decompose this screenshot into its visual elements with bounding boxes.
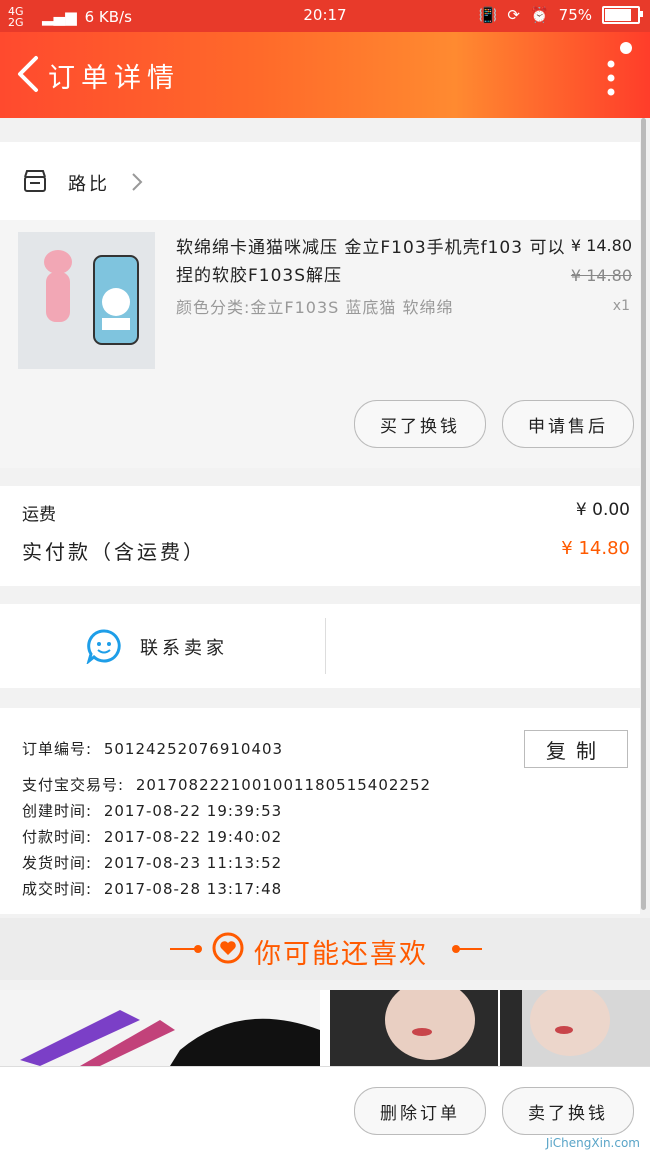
vibrate-icon: 📳 [478, 6, 498, 24]
recommend-header: 你可能还喜欢 [0, 918, 650, 980]
contact-seller-button[interactable]: 联系卖家 [0, 604, 325, 688]
heart-icon [212, 932, 244, 964]
paid-time-row: 付款时间: 2017-08-22 19:40:02 [22, 826, 282, 847]
divider [325, 618, 326, 674]
product-image-icon [18, 232, 155, 369]
order-number-row: 订单编号: 50124252076910403 [22, 738, 283, 759]
order-number-value: 50124252076910403 [103, 740, 284, 758]
shop-row[interactable]: 路比 [0, 142, 640, 220]
store-icon [24, 170, 46, 192]
product-thumbnail[interactable] [18, 232, 155, 369]
app-header: 订单详情 [0, 32, 650, 118]
scrollbar[interactable] [641, 118, 646, 910]
watermark: JiChengXin.com [545, 1136, 640, 1150]
page-title: 订单详情 [48, 63, 180, 94]
alarm-icon: ⏰ [529, 6, 549, 24]
divider [456, 948, 482, 950]
shipped-value: 2017-08-23 11:13:52 [103, 854, 283, 872]
divider [170, 948, 196, 950]
alipay-label: 支付宝交易号: [22, 776, 125, 794]
shop-name: 路比 [68, 174, 110, 195]
order-info-section: 订单编号: 50124252076910403 复制 支付宝交易号: 20170… [0, 708, 640, 914]
product-image-icon [0, 990, 320, 1066]
bottom-action-bar: 删除订单 卖了换钱 JiChengXin.com [0, 1066, 650, 1156]
shipped-row: 发货时间: 2017-08-23 11:13:52 [22, 852, 282, 873]
copy-button[interactable]: 复制 [524, 730, 628, 768]
chevron-right-icon [132, 173, 143, 191]
recommend-item[interactable] [0, 990, 320, 1066]
status-bar: 4G 2G ▂▄▆ 6 KB/s 20:17 📳 ⟳ ⏰ 75% [0, 0, 650, 32]
shipping-label: 运费 [22, 505, 56, 525]
done-row: 成交时间: 2017-08-28 13:17:48 [22, 878, 282, 899]
created-value: 2017-08-22 19:39:53 [103, 802, 283, 820]
product-spec: 颜色分类:金立F103S 蓝底猫 软绵绵 [176, 298, 454, 317]
delete-order-button[interactable]: 删除订单 [354, 1087, 486, 1135]
product-image-icon [500, 984, 650, 1066]
buy-again-bottom-button[interactable]: 卖了换钱 [502, 1087, 634, 1135]
done-value: 2017-08-28 13:17:48 [103, 880, 283, 898]
paid-label: 实付款（含运费） [22, 540, 206, 564]
battery-icon [602, 6, 643, 24]
chat-bubble-icon [86, 629, 121, 664]
alipay-row: 支付宝交易号: 2017082221001001180515402252 [22, 774, 431, 795]
product-image-icon [330, 980, 498, 1066]
fee-section: 运费 ¥ 0.00 实付款（含运费） ¥ 14.80 [0, 486, 640, 586]
created-label: 创建时间: [22, 802, 93, 820]
divider [194, 945, 202, 953]
product-quantity: x1 [612, 298, 630, 314]
battery-percent: 75% [558, 6, 592, 24]
after-sale-button[interactable]: 申请售后 [502, 400, 634, 448]
product-title[interactable]: 软绵绵卡通猫咪减压 金立F103手机壳f103 可以捏的软胶F103S解压 [176, 234, 566, 290]
recommend-item[interactable] [500, 984, 650, 1066]
contact-section: 联系卖家 [0, 604, 640, 688]
back-arrow-icon[interactable] [14, 54, 42, 94]
recommend-title: 你可能还喜欢 [254, 939, 428, 970]
product-original-price: ¥ 14.80 [570, 266, 632, 285]
order-number-label: 订单编号: [22, 740, 93, 758]
product-card[interactable]: 软绵绵卡通猫咪减压 金立F103手机壳f103 可以捏的软胶F103S解压 ¥ … [0, 220, 640, 468]
recommend-item[interactable] [330, 980, 498, 1066]
notification-dot-icon [620, 42, 632, 54]
paid-time-value: 2017-08-22 19:40:02 [103, 828, 283, 846]
paid-value: ¥ 14.80 [561, 538, 630, 559]
contact-seller-label: 联系卖家 [140, 638, 228, 659]
rotation-lock-icon: ⟳ [507, 6, 520, 24]
created-row: 创建时间: 2017-08-22 19:39:53 [22, 800, 282, 821]
paid-time-label: 付款时间: [22, 828, 93, 846]
shipping-value: ¥ 0.00 [575, 500, 630, 520]
shipped-label: 发货时间: [22, 854, 93, 872]
more-options-icon[interactable] [606, 60, 616, 96]
alipay-value: 2017082221001001180515402252 [135, 776, 432, 794]
done-label: 成交时间: [22, 880, 93, 898]
buy-again-button[interactable]: 买了换钱 [354, 400, 486, 448]
recommend-list [0, 980, 650, 1066]
product-price: ¥ 14.80 [570, 236, 632, 255]
